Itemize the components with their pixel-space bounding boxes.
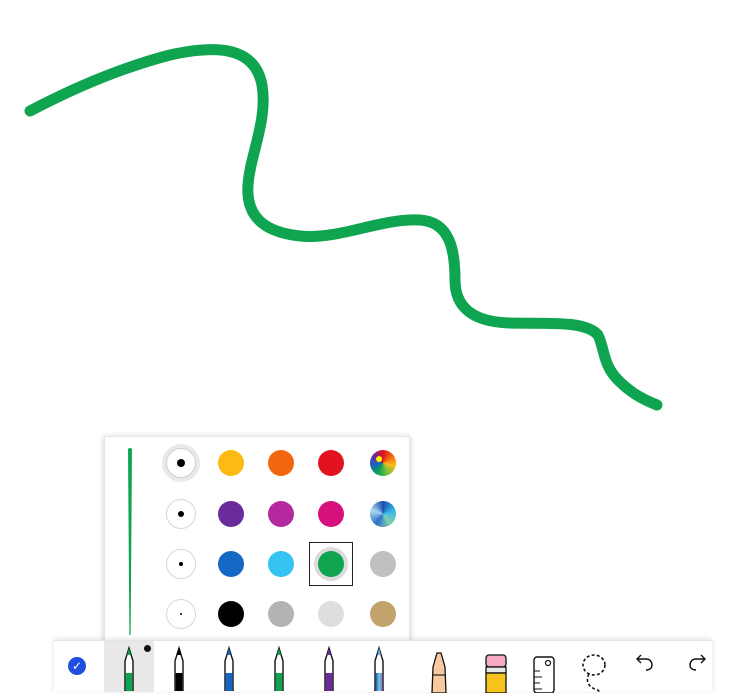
pen-blue-button[interactable]	[204, 641, 254, 692]
color-swatch[interactable]	[318, 450, 344, 476]
highlighter-button[interactable]	[414, 641, 464, 693]
check-circle-icon: ✓	[68, 657, 86, 675]
pen-icon	[167, 645, 191, 691]
pen-black-button[interactable]	[154, 641, 204, 692]
lasso-icon	[579, 651, 609, 693]
ruler-button[interactable]	[519, 641, 569, 693]
stroke-size-s[interactable]	[166, 599, 196, 629]
lasso-button[interactable]	[567, 641, 617, 693]
stroke-size-preview	[128, 448, 132, 635]
color-swatch[interactable]	[218, 551, 244, 577]
pen-toolbar: ✓	[54, 640, 712, 693]
color-swatch[interactable]	[218, 501, 244, 527]
color-swatch[interactable]	[370, 501, 396, 527]
pen-galaxy-button[interactable]	[354, 641, 404, 692]
color-swatch[interactable]	[370, 450, 396, 476]
stroke-size-l[interactable]	[166, 499, 196, 529]
options-indicator-dot	[144, 645, 151, 652]
color-swatch[interactable]	[318, 601, 344, 627]
color-swatch[interactable]	[318, 551, 344, 577]
color-swatch[interactable]	[318, 501, 344, 527]
stroke-size-xl[interactable]	[166, 448, 196, 478]
color-swatch[interactable]	[268, 501, 294, 527]
color-swatch[interactable]	[268, 601, 294, 627]
color-swatch[interactable]	[370, 601, 396, 627]
pen-options-flyout	[104, 436, 410, 642]
undo-button[interactable]	[622, 641, 672, 692]
redo-icon	[686, 651, 708, 673]
highlighter-icon	[426, 651, 452, 693]
redo-button[interactable]	[674, 641, 724, 692]
select-tool-button[interactable]: ✓	[54, 641, 104, 692]
color-swatch[interactable]	[218, 450, 244, 476]
pen-icon	[217, 645, 241, 691]
color-swatch[interactable]	[370, 551, 396, 577]
pen-icon	[317, 645, 341, 691]
pen-green-button[interactable]	[104, 641, 154, 692]
pen-purple-button[interactable]	[304, 641, 354, 692]
color-swatch[interactable]	[218, 601, 244, 627]
color-swatch[interactable]	[268, 551, 294, 577]
undo-icon	[634, 651, 656, 673]
ink-stroke	[24, 44, 663, 411]
color-swatch[interactable]	[268, 450, 294, 476]
eraser-button[interactable]	[471, 641, 521, 693]
pen-icon	[117, 645, 141, 691]
eraser-icon	[483, 651, 509, 693]
ruler-icon	[531, 651, 557, 693]
stroke-size-m[interactable]	[166, 549, 196, 579]
pen-icon	[267, 645, 291, 691]
pen-green-2-button[interactable]	[254, 641, 304, 692]
pen-icon	[367, 645, 391, 691]
